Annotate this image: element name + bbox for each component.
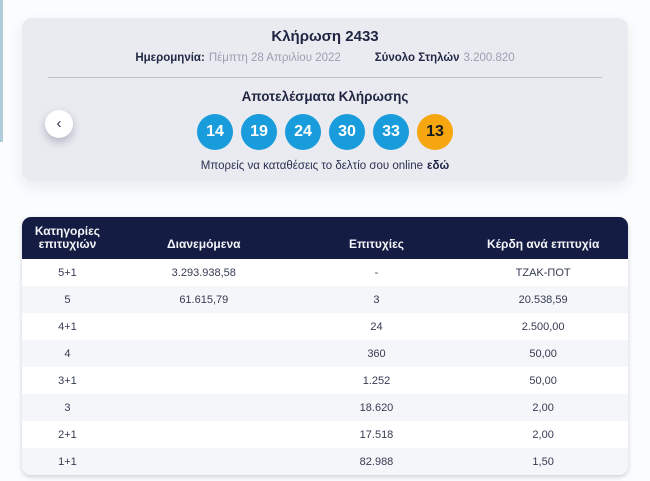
header-winners: Επιτυχίες [348,237,405,251]
cell-winners: 1.252 [362,374,391,387]
table-row: 2+1 17.518 2,00 [22,421,628,448]
winning-numbers-row: 14 19 24 30 33 13 [22,114,628,150]
table-row: 5+1 3.293.938,58 - ΤΖΑΚ-ΠΟΤ [22,259,628,286]
cell-category: 2+1 [58,428,77,441]
cell-winners: 360 [367,347,386,360]
draw-title: Κλήρωση 2433 [271,28,379,45]
cell-category: 3 [64,401,71,414]
draw-meta-row: Ημερομηνία: Πέμπτη 28 Απριλίου 2022 Σύνολ… [22,51,628,65]
online-submit-link[interactable]: εδώ [427,160,449,172]
left-accent-strip [0,0,3,142]
cell-category: 4+1 [58,320,77,333]
cell-winners: - [374,266,379,279]
cell-prize: 2,00 [532,401,554,414]
cell-prize: ΤΖΑΚ-ΠΟΤ [515,266,571,279]
winning-number-ball: 14 [197,114,233,150]
cell-winners: 17.518 [359,428,394,441]
cell-prize: 50,00 [529,347,557,360]
table-header-row: Κατηγορίες επιτυχιών Διανεμόμενα Επιτυχί… [22,217,628,259]
table-row: 5 61.615,79 3 20.538,59 [22,286,628,313]
cell-category: 1+1 [58,455,77,468]
table-row: 1+1 82.988 1,50 [22,448,628,475]
draw-date-label: Ημερομηνία: [135,52,205,64]
previous-draw-button[interactable]: ‹ [45,110,73,138]
winning-number-ball: 19 [241,114,277,150]
cell-winners: 18.620 [359,401,394,414]
table-row: 3 18.620 2,00 [22,394,628,421]
panel-divider [48,77,602,78]
header-prize: Κέρδη ανά επιτυχία [486,237,600,251]
draw-summary-panel: Κλήρωση 2433 Ημερομηνία: Πέμπτη 28 Απριλί… [22,18,628,181]
cell-prize: 2,00 [532,428,554,441]
cell-winners: 82.988 [359,455,394,468]
results-heading: Αποτελέσματα Κλήρωσης [241,89,409,104]
cell-category: 3+1 [58,374,77,387]
cell-winners: 3 [373,293,380,306]
table-row: 4+1 24 2.500,00 [22,313,628,340]
cell-category: 5+1 [58,266,77,279]
prize-categories-table: Κατηγορίες επιτυχιών Διανεμόμενα Επιτυχί… [22,217,628,475]
total-columns-value: 3.200.820 [463,52,515,64]
cell-distributed: 3.293.938,58 [171,266,236,279]
cell-distributed: 61.615,79 [179,293,229,306]
table-row: 3+1 1.252 50,00 [22,367,628,394]
draw-date-value: Πέμπτη 28 Απριλίου 2022 [208,52,341,64]
online-submit-text: Μπορείς να καταθέσεις το δελτίο σου onli… [200,160,424,172]
winning-number-ball: 30 [329,114,365,150]
cell-prize: 50,00 [529,374,557,387]
online-submit-row: Μπορείς να καταθέσεις το δελτίο σου onli… [22,160,628,172]
total-columns: Σύνολο Στηλών 3.200.820 [375,51,515,65]
total-columns-label: Σύνολο Στηλών [374,52,460,64]
winning-number-ball: 33 [373,114,409,150]
table-row: 4 360 50,00 [22,340,628,367]
winning-number-ball: 24 [285,114,321,150]
bonus-number-ball: 13 [417,114,453,150]
header-categories: Κατηγορίες επιτυχιών [34,224,101,251]
draw-date: Ημερομηνία: Πέμπτη 28 Απριλίου 2022 [135,51,340,65]
chevron-left-icon: ‹ [56,114,62,132]
cell-prize: 20.538,59 [518,293,568,306]
cell-category: 5 [64,293,71,306]
cell-prize: 2.500,00 [521,320,565,333]
cell-category: 4 [64,347,71,360]
cell-winners: 24 [370,320,383,333]
cell-prize: 1,50 [532,455,554,468]
header-distributed: Διανεμόμενα [167,237,241,251]
